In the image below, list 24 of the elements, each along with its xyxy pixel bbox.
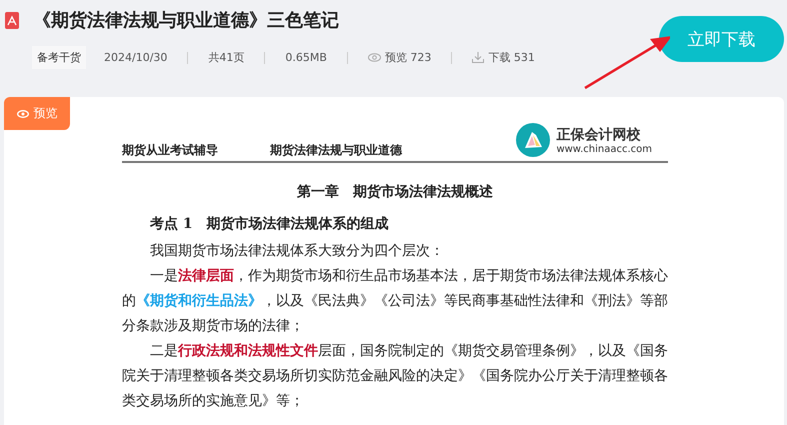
logo-url: www.chinaacc.com <box>556 144 652 154</box>
document-title: 《期货法律法规与职业道德》三色笔记 <box>33 9 339 32</box>
page-count: 共41页 <box>208 50 244 65</box>
eye-icon <box>368 53 381 62</box>
view-count: 预览 723 <box>384 50 432 65</box>
section-heading: 考点 1 期货市场法律法规体系的组成 <box>150 215 390 233</box>
chapter-heading: 第一章 期货市场法律法规概述 <box>296 183 494 201</box>
eye-icon <box>16 110 28 118</box>
download-count: 下载 531 <box>488 50 535 65</box>
logo-name: 正保会计网校 <box>556 126 642 144</box>
body-paragraph: 二是行政法规和法规性文件层面，国务院制定的《期货交易管理条例》，以及《国务院关于清理整顿各类交易场所切实防范金融风险的决定》《国务院办公厅关于清理整顿各类交易场所的实施意见》等； <box>122 342 668 411</box>
download-icon <box>472 52 484 63</box>
preview-tab[interactable]: 预览 <box>4 97 70 130</box>
body-paragraph: 一是法律层面，作为期货市场和衍生品市场基本法，居于期货市场法律法规体系核心的《期货和衍生品法》，以及《民法典》《公司法》等民商事基础性法律和《刑法》等部分条款涉及期货市场的法律； <box>122 267 668 336</box>
logo-icon <box>516 123 550 157</box>
download-button[interactable]: 立即下载 <box>659 16 784 62</box>
pdf-icon <box>5 12 19 28</box>
body-paragraph: 我国期货市场法律法规体系大致分为四个层次： <box>149 242 445 261</box>
running-head: 期货从业考试辅导 <box>122 142 218 159</box>
preview-tab-label: 预览 <box>34 105 58 122</box>
running-head: 期货法律法规与职业道德 <box>270 142 402 159</box>
category-tag: 备考干货 <box>32 46 86 69</box>
file-size: 0.65MB <box>285 51 327 64</box>
upload-date: 2024/10/30 <box>104 51 168 64</box>
